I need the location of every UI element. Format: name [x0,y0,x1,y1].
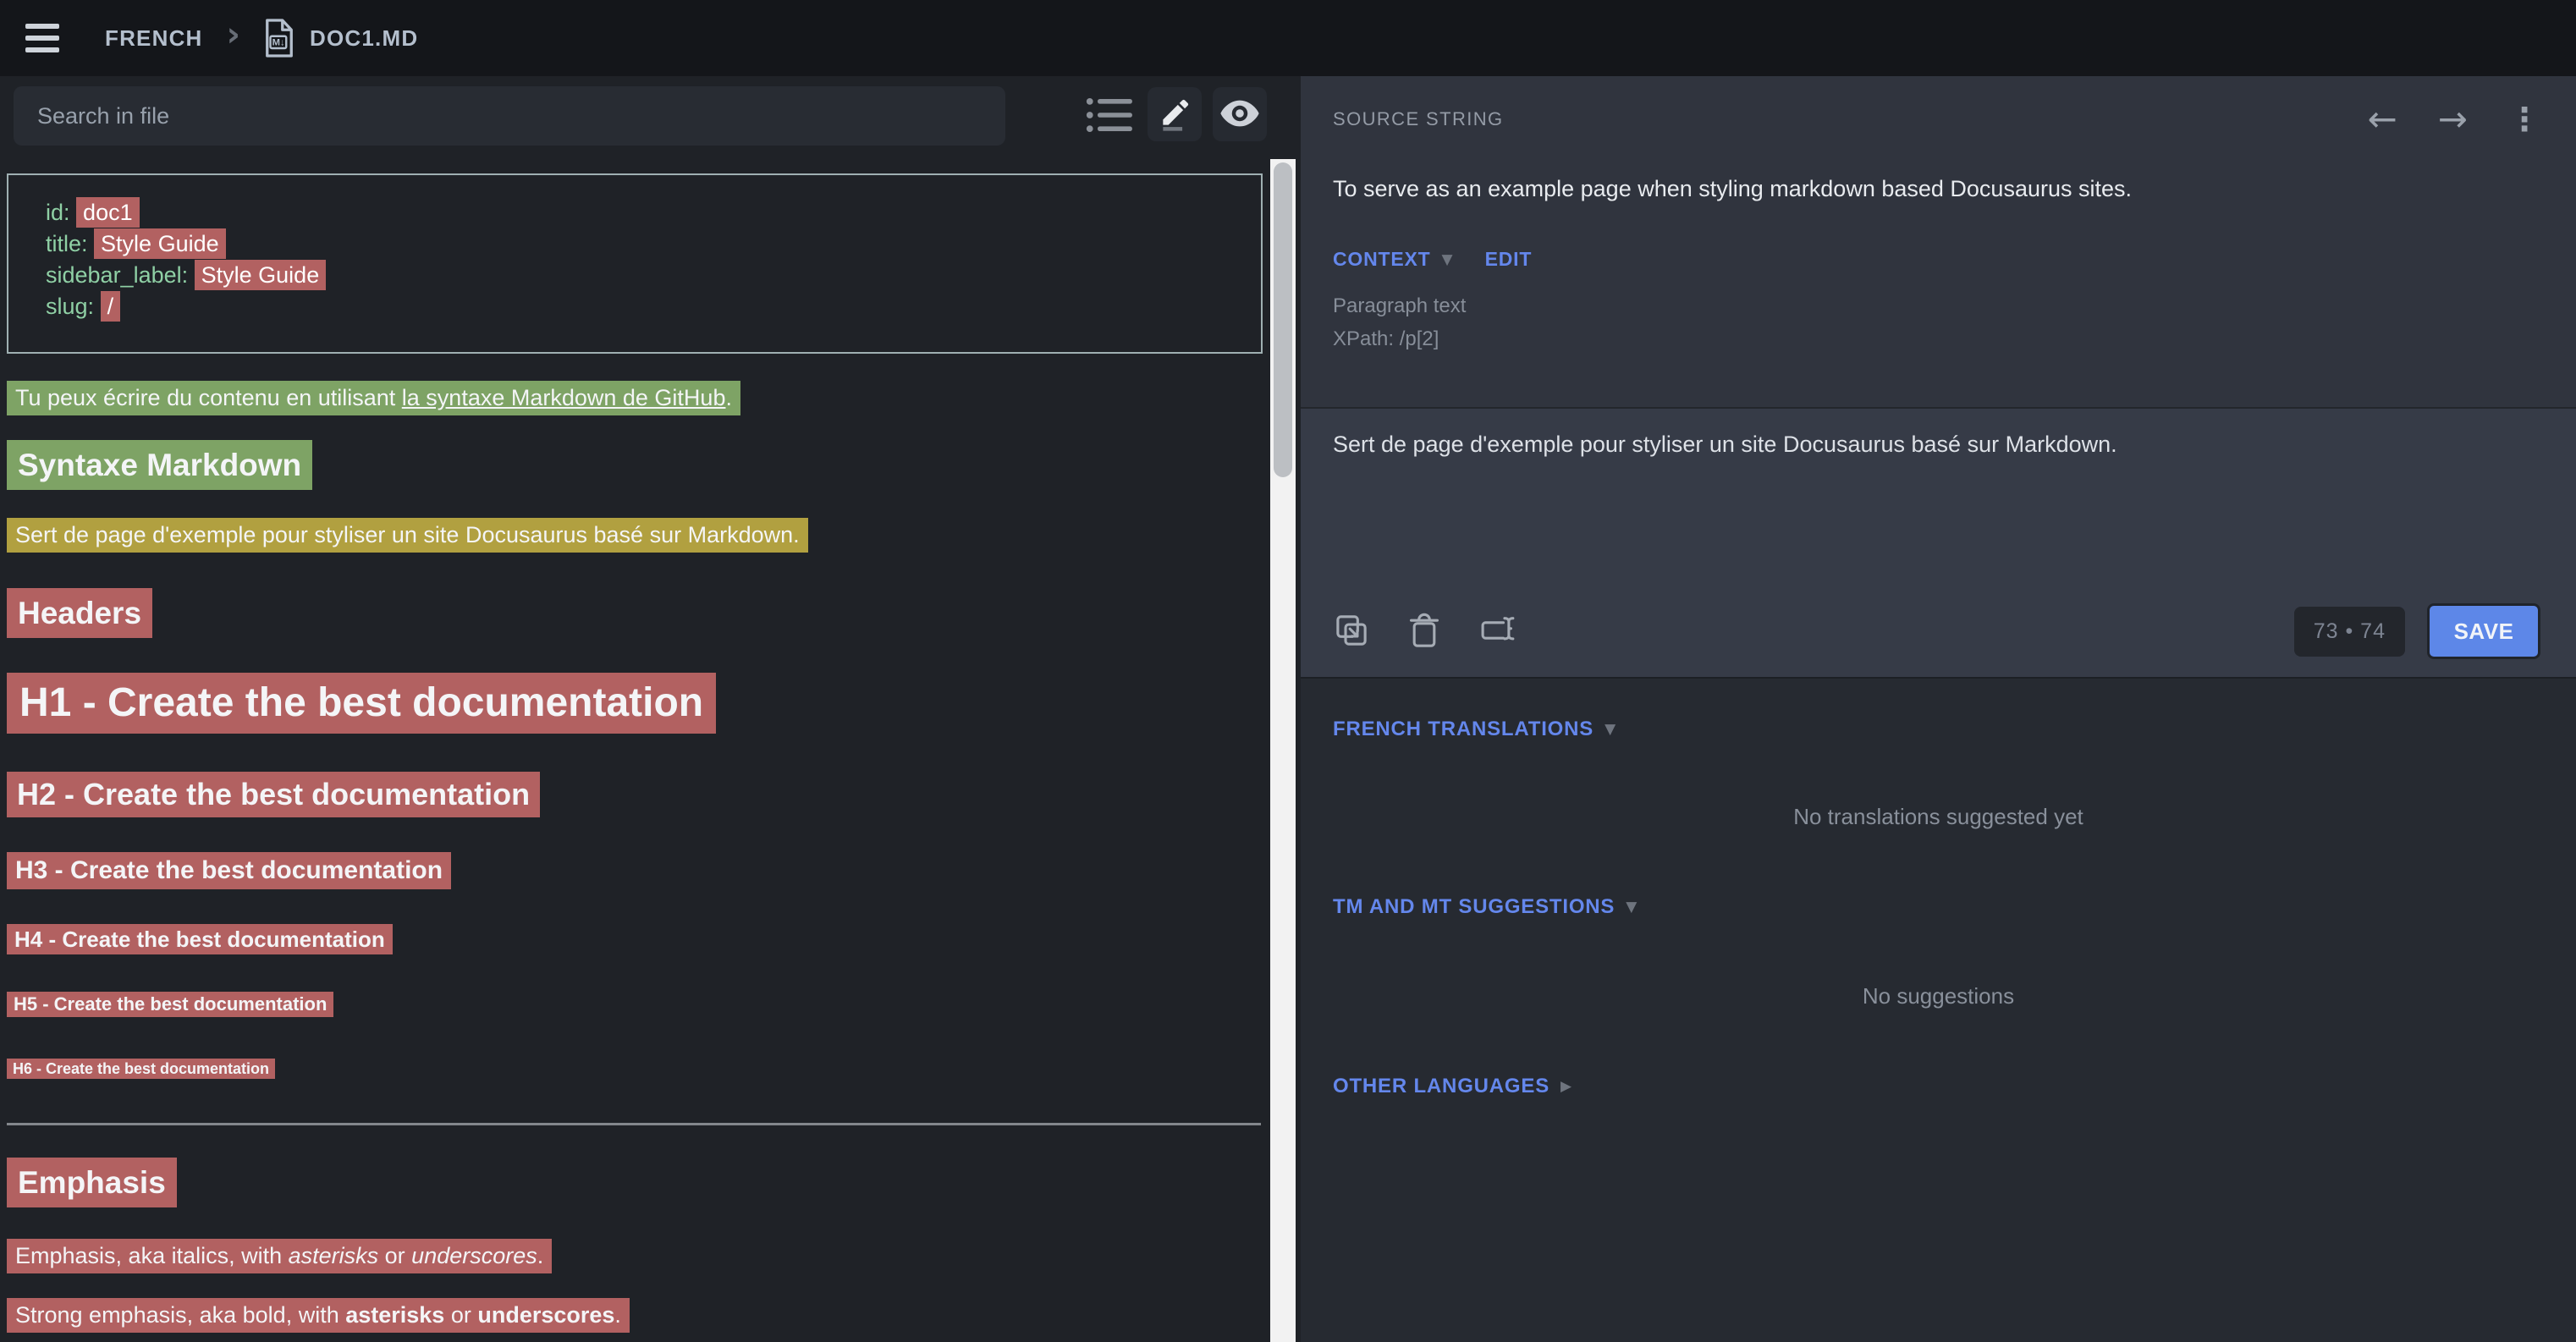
tm-empty-message: No suggestions [1301,983,2576,1009]
h1-string[interactable]: H1 - Create the best documentation [7,673,716,734]
markdown-file-icon: M↓ [264,17,294,59]
preview-mode-button[interactable] [1213,87,1267,141]
frontmatter-row[interactable]: sidebar_label: Style Guide [46,260,1261,291]
source-text: To serve as an example page when styling… [1333,176,2132,202]
previous-string-button[interactable]: ← [2368,102,2397,137]
breadcrumb: FRENCH › M↓ DOC1.MD [105,17,418,59]
source-string-label: SOURCE STRING [1333,108,1504,130]
intro-paragraph-string[interactable]: Tu peux écrire du contenu en utilisant l… [7,381,740,415]
frontmatter-row[interactable]: title: Style Guide [46,228,1261,260]
trash-icon [1407,612,1441,652]
translation-editor: FRENCH › M↓ DOC1.MD [0,0,2576,1342]
search-input[interactable] [14,86,1005,146]
document-panel: id: doc1 title: Style Guide sidebar_labe… [0,76,1272,1342]
save-button[interactable]: SAVE [2427,603,2540,659]
triangle-down-icon: ▼ [1626,899,1637,916]
svg-text:M↓: M↓ [272,38,285,48]
breadcrumb-project[interactable]: FRENCH [105,25,203,52]
horizontal-rule [7,1123,1261,1125]
hamburger-menu-icon[interactable] [25,24,59,52]
copy-source-button[interactable] [1333,612,1370,652]
context-toggle[interactable]: CONTEXT [1333,248,1431,271]
document-scrollbar[interactable] [1270,159,1296,1342]
h6-string[interactable]: H6 - Create the best documentation [7,1059,275,1079]
chevron-right-icon: › [227,18,240,52]
markdown-syntax-link[interactable]: la syntaxe Markdown de GitHub [402,385,726,410]
source-string-section: SOURCE STRING ← → ⋮ To serve as an examp… [1301,76,2576,407]
h5-string[interactable]: H5 - Create the best documentation [7,992,333,1017]
triangle-down-icon: ▼ [1442,251,1453,268]
char-counter: 73 • 74 [2294,607,2405,657]
more-menu-button[interactable]: ⋮ [2508,103,2540,135]
translations-empty-message: No translations suggested yet [1301,804,2576,830]
headers-section-heading[interactable]: Headers [7,588,152,638]
context-xpath: XPath: /p[2] [1333,327,1439,351]
emphasis-section-heading[interactable]: Emphasis [7,1158,177,1207]
translation-toolbar: 73 • 74 SAVE [1333,596,2540,667]
frontmatter-block: id: doc1 title: Style Guide sidebar_labe… [7,173,1263,354]
h2-string[interactable]: H2 - Create the best documentation [7,772,540,817]
h4-string[interactable]: H4 - Create the best documentation [7,924,393,954]
tm-mt-suggestions-toggle[interactable]: TM AND MT SUGGESTIONS [1333,895,1615,919]
strong-paragraph-string[interactable]: Strong emphasis, aka bold, with asterisk… [7,1298,630,1333]
pencil-icon [1157,96,1192,134]
markdown-section-heading[interactable]: Syntaxe Markdown [7,440,312,490]
translation-input[interactable]: Sert de page d'exemple pour styliser un … [1301,409,2576,458]
french-translations-toggle[interactable]: FRENCH TRANSLATIONS [1333,718,1593,741]
strings-list-button[interactable] [1083,93,1136,139]
frontmatter-row[interactable]: id: doc1 [46,197,1261,228]
select-text-button[interactable] [1478,612,1519,652]
triangle-right-icon: ▶ [1560,1078,1571,1095]
scrollbar-thumb[interactable] [1274,162,1292,477]
translation-panel: SOURCE STRING ← → ⋮ To serve as an examp… [1301,0,2576,1342]
triangle-down-icon: ▼ [1604,721,1616,738]
frontmatter-row[interactable]: slug: / [46,291,1261,322]
breadcrumb-file: DOC1.MD [310,25,418,52]
translation-section: Sert de page d'exemple pour styliser un … [1301,407,2576,677]
emphasis-paragraph-string[interactable]: Emphasis, aka italics, with asterisks or… [7,1239,552,1273]
edit-mode-button[interactable] [1148,87,1202,141]
suggestions-section: FRENCH TRANSLATIONS ▼ No translations su… [1301,677,2576,1342]
copy-source-icon [1333,612,1370,652]
eye-icon [1219,99,1260,130]
other-languages-toggle[interactable]: OTHER LANGUAGES [1333,1075,1549,1098]
next-string-button[interactable]: → [2438,102,2468,137]
text-cursor-icon [1478,612,1519,652]
clear-translation-button[interactable] [1407,612,1441,652]
context-edit-button[interactable]: EDIT [1485,248,1533,271]
selected-paragraph-string[interactable]: Sert de page d'exemple pour styliser un … [7,518,808,553]
h3-string[interactable]: H3 - Create the best documentation [7,852,451,889]
list-icon [1086,96,1133,137]
context-type: Paragraph text [1333,294,1466,318]
